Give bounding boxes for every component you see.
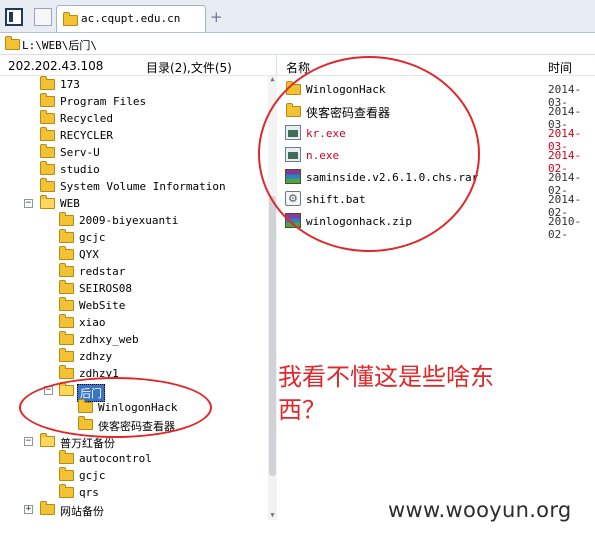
tree-item-label: autocontrol xyxy=(79,452,152,465)
folder-icon xyxy=(59,484,74,498)
directory-tree: 173 Program Files Recycled RECYCLER Serv… xyxy=(0,76,270,518)
collapse-toggle[interactable]: − xyxy=(24,437,33,446)
column-divider[interactable] xyxy=(276,55,277,75)
tree-item-label: xiao xyxy=(79,316,106,329)
watermark: www.wooyun.org xyxy=(388,498,572,522)
folder-icon xyxy=(40,127,55,141)
scrollbar-thumb[interactable] xyxy=(269,196,276,476)
tree-item-label: 173 xyxy=(60,78,80,91)
file-time: 2010-02- xyxy=(548,215,582,241)
scroll-up-arrow-icon[interactable]: ▲ xyxy=(269,76,276,83)
folder-open-icon xyxy=(40,195,55,209)
tree-item-label: Recycled xyxy=(60,112,113,125)
folder-icon xyxy=(40,93,55,107)
scroll-down-arrow-icon[interactable]: ▼ xyxy=(269,512,276,519)
folder-icon xyxy=(59,229,74,243)
item-counts: 目录(2),文件(5) xyxy=(146,61,232,75)
annotation-line-1: 我看不懂这是些啥东 xyxy=(278,363,494,391)
folder-icon xyxy=(59,212,74,226)
address-path: L:\WEB\后门\ xyxy=(22,39,97,52)
tree-item-label: Serv-U xyxy=(60,146,100,159)
new-tab-button[interactable]: + xyxy=(210,8,223,26)
tab-active[interactable]: ac.cqupt.edu.cn xyxy=(56,5,206,32)
tree-item-label: QYX xyxy=(79,248,99,261)
expand-toggle[interactable]: + xyxy=(24,505,33,514)
tab-label: ac.cqupt.edu.cn xyxy=(81,12,181,25)
folder-icon xyxy=(59,314,74,328)
folder-icon xyxy=(59,246,74,260)
panel-toggle-icon[interactable] xyxy=(5,8,23,26)
folder-icon xyxy=(59,467,74,481)
tree-item-label: Program Files xyxy=(60,95,147,108)
tree-item-label: redstar xyxy=(79,265,126,278)
server-ip: 202.202.43.108 xyxy=(8,59,104,73)
folder-icon xyxy=(63,12,78,26)
folder-icon xyxy=(59,263,74,277)
folder-icon xyxy=(59,280,74,294)
tree-item-label: qrs xyxy=(79,486,99,499)
tab-bar: ac.cqupt.edu.cn + xyxy=(0,0,595,33)
folder-icon xyxy=(59,297,74,311)
tree-item-label: SEIROS08 xyxy=(79,282,132,295)
tree-item-label: WebSite xyxy=(79,299,126,312)
collapse-toggle[interactable]: − xyxy=(24,199,33,208)
tree-item-label: 2009-biyexuanti xyxy=(79,214,179,227)
folder-icon xyxy=(40,178,55,192)
tree-item-label: WEB xyxy=(60,197,80,210)
folder-icon xyxy=(59,365,74,379)
folder-icon xyxy=(40,501,55,515)
tree-item-label: gcjc xyxy=(79,231,106,244)
tree-item-label: gcjc xyxy=(79,469,106,482)
folder-icon xyxy=(40,110,55,124)
annotation-circle-files xyxy=(258,56,480,252)
blank-page-icon[interactable] xyxy=(34,8,52,26)
tree-item-label: zdhzy xyxy=(79,350,113,363)
folder-icon xyxy=(40,144,55,158)
folder-open-icon xyxy=(40,433,55,447)
tree-item-label: System Volume Information xyxy=(60,180,226,193)
header-row: 202.202.43.108 目录(2),文件(5) 名称 时间 xyxy=(0,55,595,76)
folder-icon xyxy=(59,331,74,345)
column-header-time[interactable]: 时间 xyxy=(548,59,572,76)
folder-icon xyxy=(40,161,55,175)
folder-icon xyxy=(59,348,74,362)
annotation-line-2: 西？ xyxy=(278,396,326,424)
tree-item-label: zdhxy_web xyxy=(79,333,139,346)
address-bar[interactable]: L:\WEB\后门\ xyxy=(0,33,595,55)
folder-icon xyxy=(40,76,55,90)
tree-item-label: RECYCLER xyxy=(60,129,113,142)
folder-icon xyxy=(59,450,74,464)
folder-icon xyxy=(5,36,20,50)
tree-item-label: studio xyxy=(60,163,100,176)
annotation-circle-tree xyxy=(19,377,212,438)
tree-item-label: 网站备份 xyxy=(60,505,104,518)
annotation-text: 我看不懂这是些啥东 西？ xyxy=(278,361,568,427)
